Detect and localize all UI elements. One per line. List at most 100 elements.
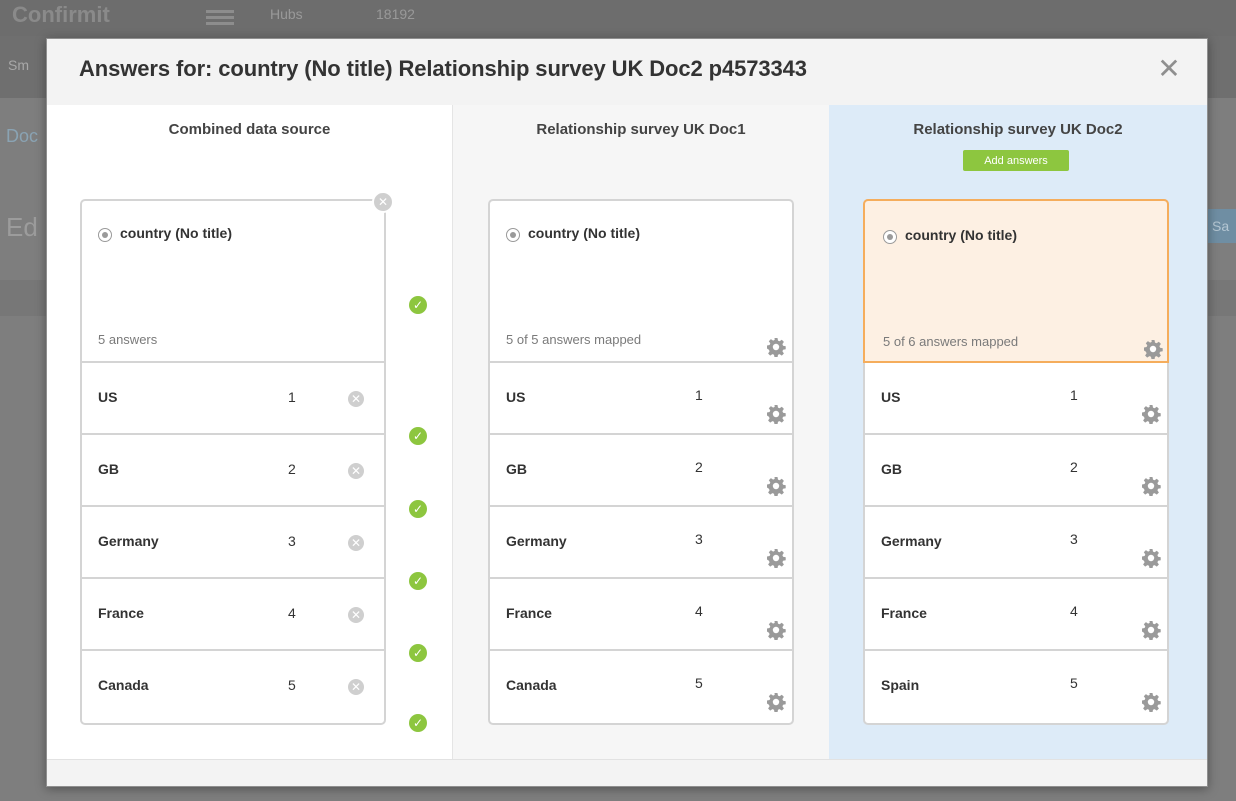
gear-icon[interactable]	[766, 620, 786, 640]
check-icon: ✓	[409, 500, 427, 518]
remove-answer-icon[interactable]: ✕	[348, 535, 364, 551]
answer-count: 5 of 6 answers mapped	[883, 334, 1019, 349]
answer-row[interactable]: GB 2	[490, 435, 792, 507]
answer-label: US	[98, 389, 118, 405]
question-header[interactable]: country (No title) 5 of 5 answers mapped	[490, 201, 792, 363]
answer-row[interactable]: Canada 5	[490, 651, 792, 719]
column-doc2: Relationship survey UK Doc2 Add answers …	[829, 105, 1207, 759]
gear-icon[interactable]	[1141, 620, 1161, 640]
remove-answer-icon[interactable]: ✕	[348, 391, 364, 407]
answer-row[interactable]: Germany 3	[490, 507, 792, 579]
answer-label: US	[506, 389, 526, 405]
radio-icon	[506, 228, 520, 242]
question-header[interactable]: country (No title) 5 answers ✕	[82, 191, 394, 363]
answer-code: 2	[288, 461, 296, 477]
answer-row[interactable]: GB 2 ✕	[82, 435, 384, 507]
answer-label: France	[881, 605, 927, 621]
page-title: Ed	[6, 212, 38, 242]
answer-code: 3	[288, 533, 296, 549]
question-card: country (No title) 5 answers ✕ US 1 ✕ GB…	[80, 191, 394, 725]
answer-code: 1	[1070, 387, 1078, 403]
answer-label: Canada	[506, 677, 557, 693]
question-label: country (No title)	[528, 225, 640, 241]
answer-row[interactable]: France 4 ✕	[82, 579, 384, 651]
answer-row[interactable]: France 4	[865, 579, 1167, 651]
answer-row[interactable]: US 1	[865, 363, 1167, 435]
column-combined-data-source: Combined data source country (No title) …	[47, 105, 452, 759]
gear-icon[interactable]	[766, 692, 786, 712]
column-heading: Relationship survey UK Doc2	[913, 121, 1123, 138]
gear-icon[interactable]	[1141, 404, 1161, 424]
answer-code: 3	[1070, 531, 1078, 547]
hubs-menu[interactable]: Hubs	[270, 6, 303, 22]
answer-code: 5	[1070, 675, 1078, 691]
app-sub-bar-text: Sm	[8, 57, 29, 73]
column-heading: Combined data source	[168, 121, 331, 138]
answer-label: GB	[881, 461, 902, 477]
gear-icon[interactable]	[766, 548, 786, 568]
answer-label: France	[98, 605, 144, 621]
check-icon: ✓	[409, 427, 427, 445]
answer-code: 1	[288, 389, 296, 405]
gear-icon[interactable]	[766, 476, 786, 496]
gear-icon[interactable]	[766, 337, 786, 357]
answer-row[interactable]: Canada 5 ✕	[82, 651, 384, 719]
check-icon: ✓	[409, 572, 427, 590]
check-icon: ✓	[409, 644, 427, 662]
answer-row[interactable]: France 4	[490, 579, 792, 651]
app-top-bar: Confirmit Hubs 18192	[0, 0, 1236, 36]
add-answers-button[interactable]: Add answers	[963, 150, 1069, 171]
answer-label: Canada	[98, 677, 149, 693]
radio-icon	[98, 228, 112, 242]
answer-label: US	[881, 389, 901, 405]
check-icon: ✓	[409, 714, 427, 732]
question-header-selected[interactable]: country (No title) 5 of 6 answers mapped	[863, 199, 1169, 363]
answer-code: 5	[288, 677, 296, 693]
answer-count: 5 of 5 answers mapped	[506, 332, 642, 347]
close-icon[interactable]: ✕	[1155, 55, 1183, 83]
remove-question-icon[interactable]: ✕	[372, 191, 394, 213]
app-logo: Confirmit	[12, 2, 110, 28]
remove-answer-icon[interactable]: ✕	[348, 607, 364, 623]
answer-code: 2	[695, 459, 703, 475]
hamburger-menu-icon[interactable]	[206, 10, 234, 26]
answer-count: 5 answers	[98, 332, 158, 347]
breadcrumb-id[interactable]: 18192	[376, 6, 415, 22]
dialog-header: Answers for: country (No title) Relation…	[47, 39, 1207, 105]
answer-row[interactable]: Germany 3 ✕	[82, 507, 384, 579]
answer-code: 4	[695, 603, 703, 619]
dialog-footer	[47, 759, 1207, 786]
column-header-area	[829, 105, 1207, 189]
column-doc1: Relationship survey UK Doc1 country (No …	[452, 105, 829, 759]
question-label: country (No title)	[120, 225, 232, 241]
answer-label: Germany	[506, 533, 567, 549]
answer-label: Spain	[881, 677, 920, 693]
answer-label: Germany	[881, 533, 942, 549]
dialog-title: Answers for: country (No title) Relation…	[79, 56, 807, 81]
app-brand-name: Confirmit	[12, 2, 110, 27]
answer-label: GB	[98, 461, 119, 477]
dialog-body: Combined data source country (No title) …	[47, 105, 1207, 759]
answer-row[interactable]: GB 2	[865, 435, 1167, 507]
gear-icon[interactable]	[1141, 692, 1161, 712]
gear-icon[interactable]	[766, 404, 786, 424]
answer-row[interactable]: US 1	[490, 363, 792, 435]
question-card: country (No title) 5 of 6 answers mapped…	[863, 199, 1169, 725]
doc-link[interactable]: Doc	[6, 126, 38, 147]
answers-dialog: Answers for: country (No title) Relation…	[46, 38, 1208, 787]
answer-code: 3	[695, 531, 703, 547]
answer-code: 5	[695, 675, 703, 691]
answer-row[interactable]: US 1 ✕	[82, 363, 384, 435]
answer-row[interactable]: Germany 3	[865, 507, 1167, 579]
check-icon: ✓	[409, 296, 427, 314]
save-button[interactable]: Sa	[1208, 209, 1236, 243]
remove-answer-icon[interactable]: ✕	[348, 679, 364, 695]
gear-icon[interactable]	[1141, 476, 1161, 496]
gear-icon[interactable]	[1141, 548, 1161, 568]
gear-icon[interactable]	[1143, 339, 1163, 359]
answer-row[interactable]: Spain 5	[865, 651, 1167, 719]
answer-label: GB	[506, 461, 527, 477]
remove-answer-icon[interactable]: ✕	[348, 463, 364, 479]
radio-icon	[883, 230, 897, 244]
question-label: country (No title)	[905, 227, 1017, 243]
